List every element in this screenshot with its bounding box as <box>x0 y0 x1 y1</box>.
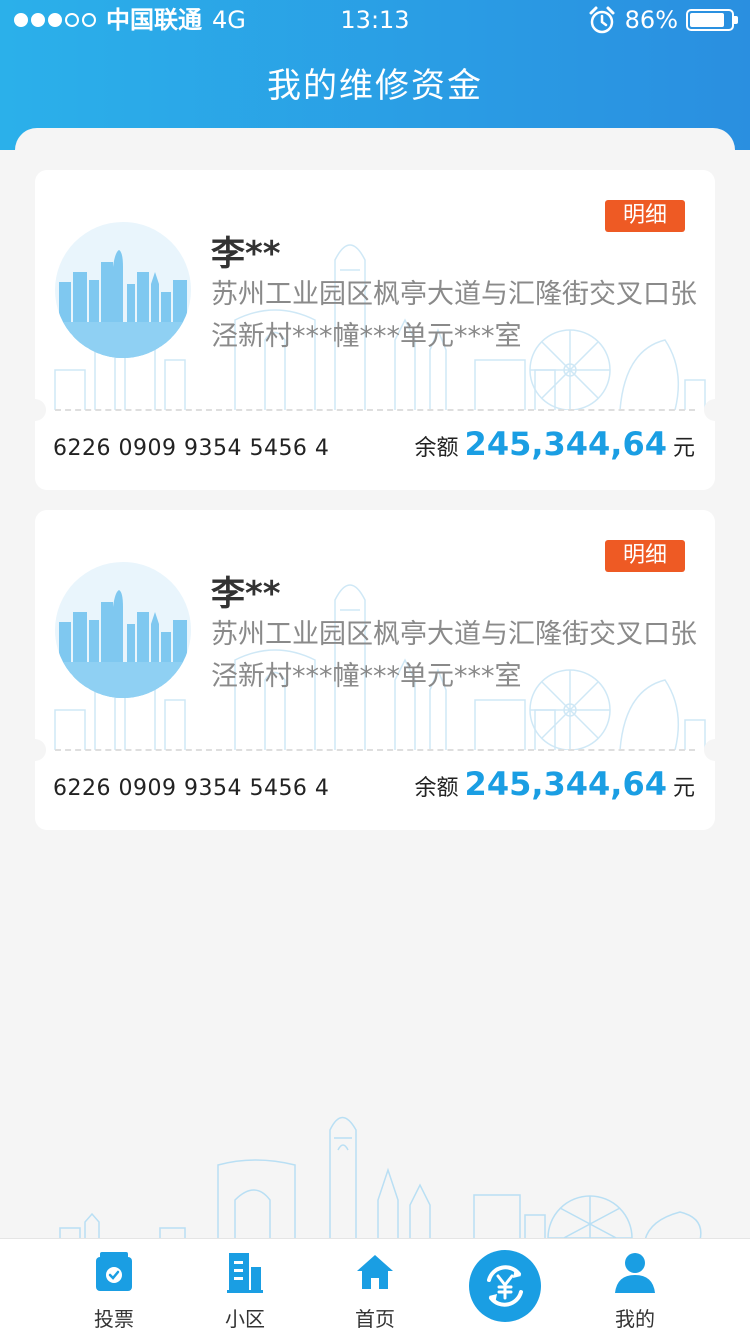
user-icon <box>615 1253 655 1293</box>
tab-community[interactable]: 小区 <box>185 1239 305 1334</box>
balance-label: 余额 <box>414 436 459 461</box>
vote-icon <box>96 1252 132 1291</box>
home-icon <box>357 1255 393 1289</box>
city-skyline-icon <box>55 250 191 358</box>
tab-home[interactable]: 首页 <box>315 1239 435 1334</box>
yuan-exchange-icon <box>487 1265 523 1307</box>
detail-button[interactable]: 明细 <box>605 200 685 232</box>
owner-name: 李** <box>211 574 281 614</box>
tab-home-label: 首页 <box>355 1307 395 1331</box>
card-divider <box>55 749 695 751</box>
status-bar: 中国联通 4G 13:13 86% <box>0 0 750 40</box>
balance-unit: 元 <box>672 436 695 461</box>
balance-amount: 245,344,64 <box>464 425 667 463</box>
bottom-skyline-decoration <box>59 1116 702 1240</box>
avatar <box>55 222 191 358</box>
status-right: 86% <box>587 0 738 40</box>
balance-unit: 元 <box>672 776 695 801</box>
account-card[interactable]: 李** 苏州工业园区枫亭大道与汇隆街交叉口张泾新村***幢***单元***室 明… <box>35 510 715 830</box>
balance-row: 余额 245,344,64 元 <box>415 765 695 803</box>
account-card[interactable]: 李** 苏州工业园区枫亭大道与汇隆街交叉口张泾新村***幢***单元***室 明… <box>35 170 715 490</box>
card-notch-right <box>704 399 715 421</box>
card-top: 李** 苏州工业园区枫亭大道与汇隆街交叉口张泾新村***幢***单元***室 明… <box>35 510 715 750</box>
page-title: 我的维修资金 <box>267 66 483 106</box>
tab-community-label: 小区 <box>225 1307 265 1331</box>
battery-icon <box>686 9 738 31</box>
tab-mine-label: 我的 <box>615 1307 655 1331</box>
tab-vote-label: 投票 <box>94 1307 134 1331</box>
owner-address: 苏州工业园区枫亭大道与汇隆街交叉口张泾新村***幢***单元***室 <box>211 619 697 692</box>
balance-row: 余额 245,344,64 元 <box>415 425 695 463</box>
alarm-clock-icon <box>589 6 615 34</box>
tab-vote[interactable]: 投票 <box>54 1239 174 1334</box>
card-notch-right <box>704 739 715 761</box>
tab-mine[interactable]: 我的 <box>575 1239 695 1334</box>
card-number: 6226 0909 9354 5456 4 <box>53 776 330 801</box>
building-icon <box>227 1253 263 1293</box>
owner-address: 苏州工业园区枫亭大道与汇隆街交叉口张泾新村***幢***单元***室 <box>211 279 697 352</box>
balance-amount: 245,344,64 <box>464 765 667 803</box>
city-skyline-icon <box>55 590 191 698</box>
card-number: 6226 0909 9354 5456 4 <box>53 436 330 461</box>
fund-exchange-button[interactable] <box>469 1250 541 1322</box>
card-divider <box>55 409 695 411</box>
avatar <box>55 562 191 698</box>
owner-name: 李** <box>211 234 281 274</box>
balance-label: 余额 <box>414 776 459 801</box>
tab-bar: 投票 小区 首页 我的 <box>0 1238 750 1334</box>
card-top: 李** 苏州工业园区枫亭大道与汇隆街交叉口张泾新村***幢***单元***室 明… <box>35 170 715 410</box>
battery-percent: 86% <box>624 6 678 34</box>
detail-button[interactable]: 明细 <box>605 540 685 572</box>
